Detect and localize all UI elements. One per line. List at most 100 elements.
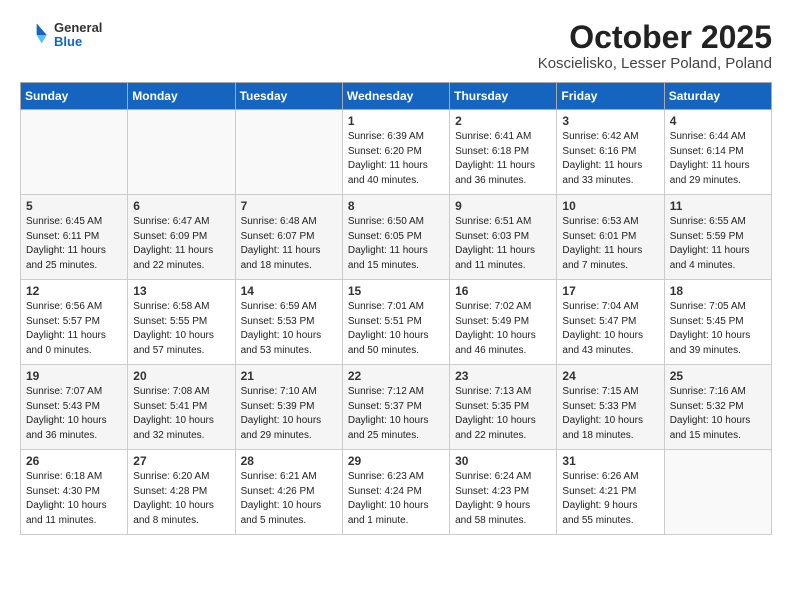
day-number: 13: [133, 284, 229, 298]
calendar-cell: 12Sunrise: 6:56 AM Sunset: 5:57 PM Dayli…: [21, 280, 128, 365]
calendar-cell: 4Sunrise: 6:44 AM Sunset: 6:14 PM Daylig…: [664, 110, 771, 195]
calendar-cell: [235, 110, 342, 195]
calendar-cell: 20Sunrise: 7:08 AM Sunset: 5:41 PM Dayli…: [128, 365, 235, 450]
weekday-header-sunday: Sunday: [21, 83, 128, 110]
day-number: 5: [26, 199, 122, 213]
day-info: Sunrise: 7:07 AM Sunset: 5:43 PM Dayligh…: [26, 385, 122, 443]
day-number: 23: [455, 369, 551, 383]
calendar-cell: 26 Sunrise: 6:18 AM Sunset: 4:30 PM Dayli…: [21, 450, 128, 535]
day-info: Sunrise: 6:45 AM Sunset: 6:11 PM Dayligh…: [26, 215, 122, 273]
day-info: Sunrise: 6:18 AM Sunset: 4:30 PM Dayligh…: [26, 470, 122, 528]
calendar-cell: 6 Sunrise: 6:47 AM Sunset: 6:09 PM Daylig…: [128, 195, 235, 280]
logo-blue-text: Blue: [54, 35, 102, 49]
calendar-cell: 22 Sunrise: 7:12 AM Sunset: 5:37 PM Dayli…: [342, 365, 449, 450]
day-number: 25: [670, 369, 766, 383]
day-number: 1: [348, 114, 444, 128]
day-number: 27: [133, 454, 229, 468]
calendar-cell: 17Sunrise: 7:04 AM Sunset: 5:47 PM Dayli…: [557, 280, 664, 365]
day-info: Sunrise: 6:26 AM Sunset: 4:21 PM Dayligh…: [562, 470, 658, 528]
week-row-1: 1 Sunrise: 6:39 AM Sunset: 6:20 PM Daylig…: [21, 110, 772, 195]
day-info: Sunrise: 6:41 AM Sunset: 6:18 PM Dayligh…: [455, 130, 551, 188]
day-info: Sunrise: 6:42 AM Sunset: 6:16 PM Dayligh…: [562, 130, 658, 188]
week-row-4: 19 Sunrise: 7:07 AM Sunset: 5:43 PM Dayli…: [21, 365, 772, 450]
calendar-cell: 11Sunrise: 6:55 AM Sunset: 5:59 PM Dayli…: [664, 195, 771, 280]
day-info: Sunrise: 6:55 AM Sunset: 5:59 PM Dayligh…: [670, 215, 766, 273]
location-title: Koscielisko, Lesser Poland, Poland: [538, 55, 772, 72]
week-row-5: 26 Sunrise: 6:18 AM Sunset: 4:30 PM Dayli…: [21, 450, 772, 535]
day-info: Sunrise: 6:53 AM Sunset: 6:01 PM Dayligh…: [562, 215, 658, 273]
day-info: Sunrise: 7:12 AM Sunset: 5:37 PM Dayligh…: [348, 385, 444, 443]
logo-general-text: General: [54, 21, 102, 35]
day-number: 31: [562, 454, 658, 468]
day-number: 18: [670, 284, 766, 298]
day-number: 24: [562, 369, 658, 383]
day-info: Sunrise: 7:01 AM Sunset: 5:51 PM Dayligh…: [348, 300, 444, 358]
calendar-cell: 24Sunrise: 7:15 AM Sunset: 5:33 PM Dayli…: [557, 365, 664, 450]
calendar-cell: 3 Sunrise: 6:42 AM Sunset: 6:16 PM Daylig…: [557, 110, 664, 195]
page-header: General Blue October 2025 Koscielisko, L…: [20, 20, 772, 72]
day-number: 2: [455, 114, 551, 128]
calendar-cell: 23 Sunrise: 7:13 AM Sunset: 5:35 PM Dayli…: [450, 365, 557, 450]
title-block: October 2025 Koscielisko, Lesser Poland,…: [538, 20, 772, 72]
calendar-cell: 29 Sunrise: 6:23 AM Sunset: 4:24 PM Dayli…: [342, 450, 449, 535]
day-number: 16: [455, 284, 551, 298]
calendar-cell: 18 Sunrise: 7:05 AM Sunset: 5:45 PM Dayli…: [664, 280, 771, 365]
day-number: 26: [26, 454, 122, 468]
day-info: Sunrise: 7:13 AM Sunset: 5:35 PM Dayligh…: [455, 385, 551, 443]
calendar-cell: 30Sunrise: 6:24 AM Sunset: 4:23 PM Dayli…: [450, 450, 557, 535]
day-info: Sunrise: 7:16 AM Sunset: 5:32 PM Dayligh…: [670, 385, 766, 443]
day-number: 28: [241, 454, 337, 468]
day-info: Sunrise: 6:51 AM Sunset: 6:03 PM Dayligh…: [455, 215, 551, 273]
calendar-cell: 28 Sunrise: 6:21 AM Sunset: 4:26 PM Dayli…: [235, 450, 342, 535]
day-info: Sunrise: 6:21 AM Sunset: 4:26 PM Dayligh…: [241, 470, 337, 528]
calendar-cell: 19 Sunrise: 7:07 AM Sunset: 5:43 PM Dayli…: [21, 365, 128, 450]
calendar-cell: 9 Sunrise: 6:51 AM Sunset: 6:03 PM Daylig…: [450, 195, 557, 280]
day-number: 14: [241, 284, 337, 298]
calendar-table: SundayMondayTuesdayWednesdayThursdayFrid…: [20, 82, 772, 535]
calendar-cell: 2 Sunrise: 6:41 AM Sunset: 6:18 PM Daylig…: [450, 110, 557, 195]
calendar-cell: [128, 110, 235, 195]
weekday-header-monday: Monday: [128, 83, 235, 110]
calendar-cell: 14 Sunrise: 6:59 AM Sunset: 5:53 PM Dayli…: [235, 280, 342, 365]
day-info: Sunrise: 6:24 AM Sunset: 4:23 PM Dayligh…: [455, 470, 551, 528]
day-number: 22: [348, 369, 444, 383]
day-info: Sunrise: 6:20 AM Sunset: 4:28 PM Dayligh…: [133, 470, 229, 528]
calendar-cell: 25 Sunrise: 7:16 AM Sunset: 5:32 PM Dayli…: [664, 365, 771, 450]
day-info: Sunrise: 6:47 AM Sunset: 6:09 PM Dayligh…: [133, 215, 229, 273]
calendar-cell: 10 Sunrise: 6:53 AM Sunset: 6:01 PM Dayli…: [557, 195, 664, 280]
day-info: Sunrise: 6:59 AM Sunset: 5:53 PM Dayligh…: [241, 300, 337, 358]
day-info: Sunrise: 7:05 AM Sunset: 5:45 PM Dayligh…: [670, 300, 766, 358]
weekday-header-wednesday: Wednesday: [342, 83, 449, 110]
calendar-cell: 8Sunrise: 6:50 AM Sunset: 6:05 PM Daylig…: [342, 195, 449, 280]
day-number: 19: [26, 369, 122, 383]
day-info: Sunrise: 6:44 AM Sunset: 6:14 PM Dayligh…: [670, 130, 766, 188]
day-info: Sunrise: 6:58 AM Sunset: 5:55 PM Dayligh…: [133, 300, 229, 358]
calendar-cell: 27 Sunrise: 6:20 AM Sunset: 4:28 PM Dayli…: [128, 450, 235, 535]
day-info: Sunrise: 7:04 AM Sunset: 5:47 PM Dayligh…: [562, 300, 658, 358]
day-number: 10: [562, 199, 658, 213]
month-title: October 2025: [538, 20, 772, 55]
day-number: 29: [348, 454, 444, 468]
day-info: Sunrise: 6:23 AM Sunset: 4:24 PM Dayligh…: [348, 470, 444, 528]
day-info: Sunrise: 6:39 AM Sunset: 6:20 PM Dayligh…: [348, 130, 444, 188]
day-info: Sunrise: 7:08 AM Sunset: 5:41 PM Dayligh…: [133, 385, 229, 443]
calendar-cell: [664, 450, 771, 535]
day-number: 21: [241, 369, 337, 383]
day-info: Sunrise: 7:02 AM Sunset: 5:49 PM Dayligh…: [455, 300, 551, 358]
day-number: 7: [241, 199, 337, 213]
calendar-cell: 1 Sunrise: 6:39 AM Sunset: 6:20 PM Daylig…: [342, 110, 449, 195]
day-info: Sunrise: 6:50 AM Sunset: 6:05 PM Dayligh…: [348, 215, 444, 273]
calendar-cell: 7Sunrise: 6:48 AM Sunset: 6:07 PM Daylig…: [235, 195, 342, 280]
logo-icon: [20, 20, 50, 50]
weekday-header-tuesday: Tuesday: [235, 83, 342, 110]
day-info: Sunrise: 7:10 AM Sunset: 5:39 PM Dayligh…: [241, 385, 337, 443]
day-number: 9: [455, 199, 551, 213]
day-number: 6: [133, 199, 229, 213]
week-row-3: 12Sunrise: 6:56 AM Sunset: 5:57 PM Dayli…: [21, 280, 772, 365]
day-number: 15: [348, 284, 444, 298]
calendar-cell: 21 Sunrise: 7:10 AM Sunset: 5:39 PM Dayli…: [235, 365, 342, 450]
calendar-cell: [21, 110, 128, 195]
week-row-2: 5 Sunrise: 6:45 AM Sunset: 6:11 PM Daylig…: [21, 195, 772, 280]
calendar-cell: 31 Sunrise: 6:26 AM Sunset: 4:21 PM Dayli…: [557, 450, 664, 535]
day-number: 3: [562, 114, 658, 128]
